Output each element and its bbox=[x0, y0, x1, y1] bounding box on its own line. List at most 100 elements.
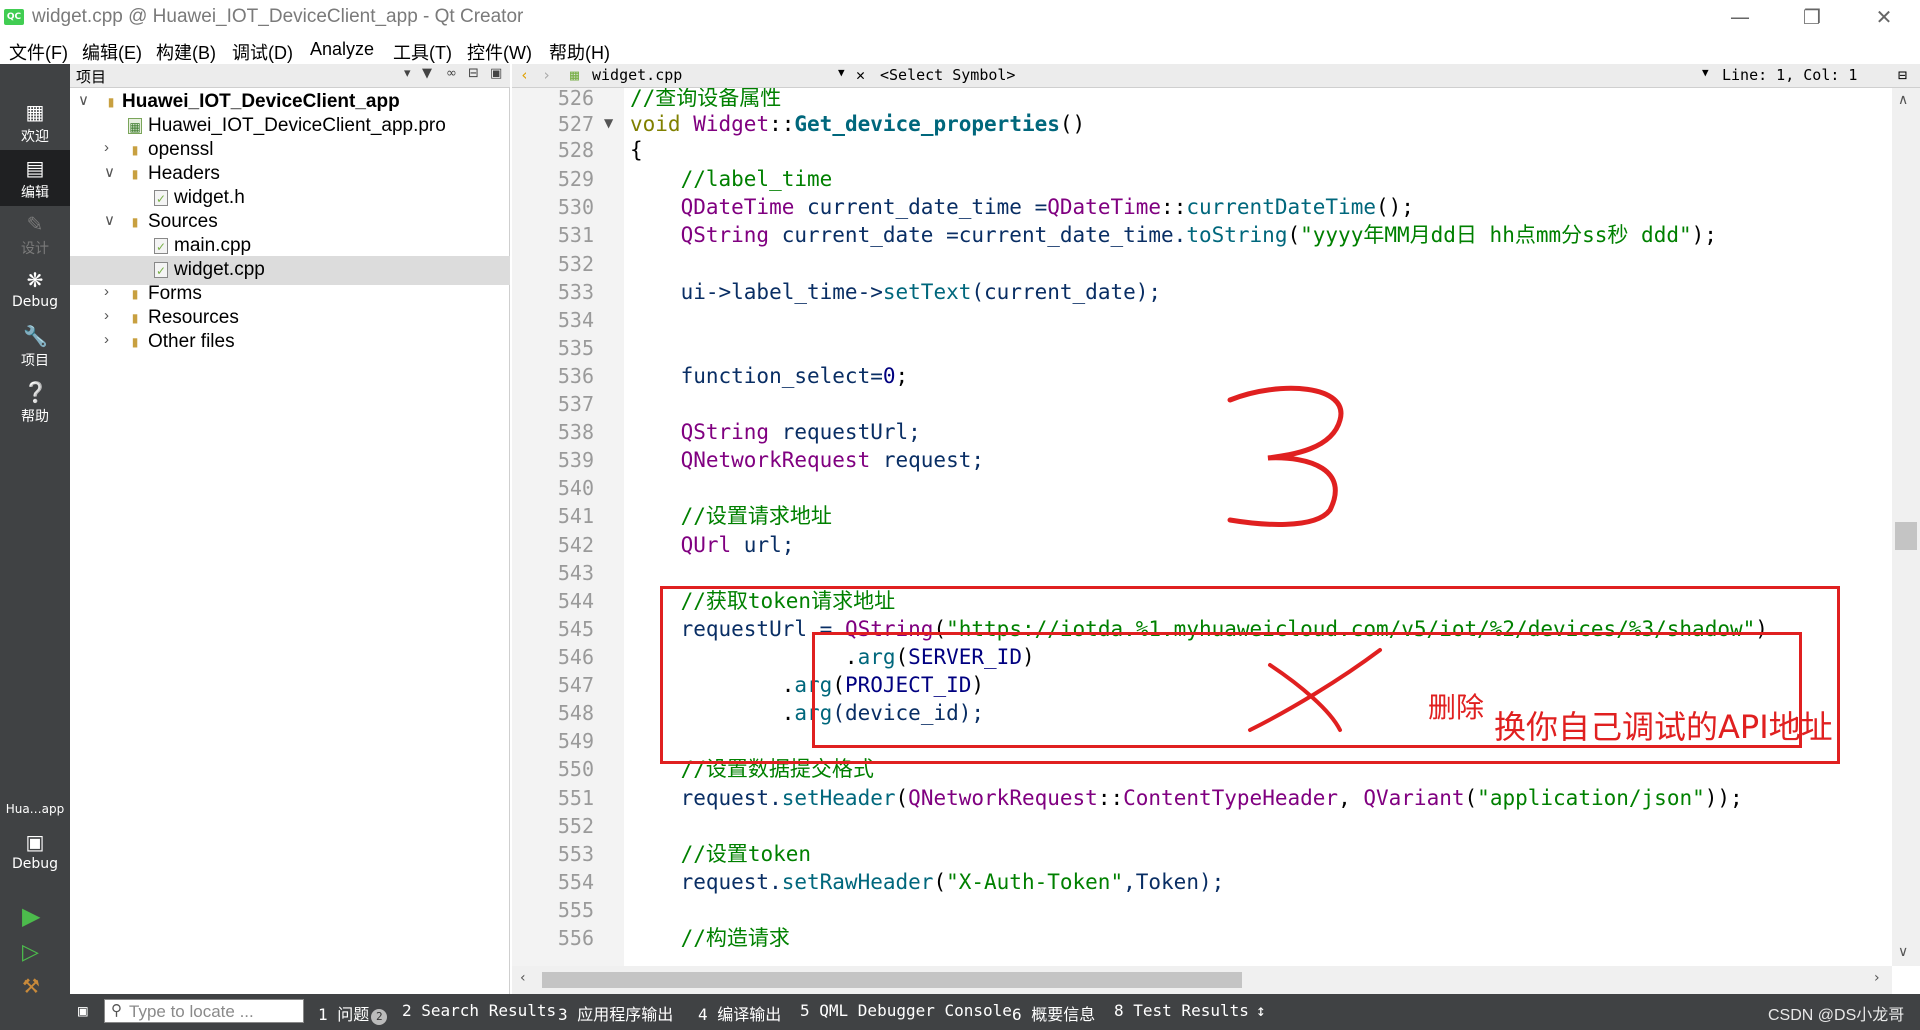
line-number: 554 bbox=[557, 870, 594, 894]
restore-icon[interactable]: ❐ bbox=[1784, 0, 1840, 34]
chevron-down-icon[interactable]: ▼ bbox=[838, 66, 845, 79]
code-token: Get_device_properties bbox=[794, 112, 1060, 136]
forward-icon[interactable]: › bbox=[542, 66, 551, 84]
fold-marker-icon[interactable]: ▼ bbox=[604, 116, 613, 130]
code-token: ( bbox=[1287, 223, 1301, 247]
cursor-position[interactable]: Line: 1, Col: 1 bbox=[1722, 66, 1857, 84]
more-panes-icon[interactable]: ↕ bbox=[1256, 1001, 1266, 1020]
chevron-right-icon[interactable]: › bbox=[104, 307, 120, 324]
symbol-combo[interactable]: <Select Symbol> bbox=[880, 66, 1015, 84]
close-icon[interactable]: ✕ bbox=[1856, 0, 1912, 34]
tree-item-label: Resources bbox=[148, 307, 239, 328]
split-icon[interactable]: ⊟ bbox=[468, 66, 479, 81]
menu-debug[interactable]: 调试(D) bbox=[232, 39, 293, 65]
pane-application-output[interactable]: 3 应用程序输出 bbox=[558, 1001, 673, 1025]
window-title: widget.cpp @ Huawei_IOT_DeviceClient_app… bbox=[32, 6, 524, 27]
close-pane-icon[interactable]: ▣ bbox=[490, 66, 502, 81]
mode-debug[interactable]: ❋ Debug bbox=[0, 262, 70, 318]
code-line: //查询设备属性 bbox=[630, 88, 781, 112]
monitor-icon: ▣ bbox=[25, 830, 45, 854]
code-token: QUrl bbox=[630, 533, 732, 557]
back-icon[interactable]: ‹ bbox=[520, 66, 529, 84]
chevron-down-icon[interactable]: ∨ bbox=[104, 163, 120, 181]
menu-edit[interactable]: 编辑(E) bbox=[82, 39, 142, 65]
project-panel-toolbar: 项目 ▾ ▼ ∞ ⊟ ▣ bbox=[70, 64, 510, 88]
code-token: Widget bbox=[693, 112, 770, 136]
line-number: 550 bbox=[557, 757, 594, 781]
chevron-down-icon[interactable]: ∨ bbox=[104, 211, 120, 229]
code-token: url; bbox=[731, 533, 795, 557]
minimize-icon[interactable]: — bbox=[1712, 0, 1768, 34]
project-panel-title[interactable]: 项目 bbox=[76, 66, 106, 87]
close-document-icon[interactable]: ✕ bbox=[856, 66, 865, 84]
line-number: 555 bbox=[557, 898, 594, 922]
tree-item-label: Other files bbox=[148, 331, 235, 352]
scroll-up-icon[interactable]: ∧ bbox=[1898, 92, 1908, 108]
code-token: { bbox=[630, 138, 643, 162]
code-line: QNetworkRequest request; bbox=[630, 446, 984, 474]
annotation-cross-mark bbox=[1248, 648, 1382, 732]
code-token: request; bbox=[870, 448, 985, 472]
menu-widgets[interactable]: 控件(W) bbox=[467, 39, 532, 65]
pane-general-messages[interactable]: 6 概要信息 bbox=[1012, 1001, 1095, 1025]
line-number: 548 bbox=[557, 701, 594, 725]
chevron-right-icon[interactable]: › bbox=[104, 331, 120, 348]
horizontal-scrollbar[interactable]: ‹ › bbox=[512, 966, 1892, 994]
annotation-delete-label: 删除 bbox=[1428, 691, 1485, 724]
chevron-down-icon[interactable]: ▾ bbox=[404, 66, 411, 81]
open-document-combo[interactable]: widget.cpp bbox=[592, 66, 682, 84]
scroll-down-icon[interactable]: ∨ bbox=[1898, 944, 1908, 960]
scrollbar-thumb[interactable] bbox=[542, 972, 1242, 988]
code-line: QString current_date =current_date_time.… bbox=[630, 221, 1717, 249]
mode-help[interactable]: ❔ 帮助 bbox=[0, 374, 70, 430]
menu-help[interactable]: 帮助(H) bbox=[549, 39, 610, 65]
code-line: { bbox=[630, 136, 643, 164]
code-token: setRawHeader bbox=[781, 870, 934, 894]
mode-welcome[interactable]: ▦ 欢迎 bbox=[0, 94, 70, 150]
code-comment: //查询设备属性 bbox=[630, 88, 782, 110]
debug-run-icon[interactable]: ▷ bbox=[22, 940, 39, 965]
output-pane-bar: ▣ ⚲ Type to locate ... 1 问题 2 2 Search Re… bbox=[0, 994, 1920, 1030]
cpp-file-icon: ▦ bbox=[570, 66, 580, 84]
line-number: 529 bbox=[557, 167, 594, 191]
pane-qml-debugger-console[interactable]: 5 QML Debugger Console bbox=[800, 1001, 1012, 1020]
menu-tools[interactable]: 工具(T) bbox=[393, 39, 452, 65]
filter-icon[interactable]: ▼ bbox=[422, 66, 432, 81]
toggle-sidebar-icon[interactable]: ▣ bbox=[78, 1001, 88, 1020]
line-number: 534 bbox=[557, 308, 594, 332]
pane-compile-output[interactable]: 4 编译输出 bbox=[698, 1001, 781, 1025]
scroll-right-icon[interactable]: › bbox=[1874, 970, 1880, 986]
mode-edit[interactable]: ▤ 编辑 bbox=[0, 150, 70, 206]
run-icon[interactable]: ▶ bbox=[22, 902, 40, 930]
code-comment: //设置请求地址 bbox=[630, 504, 832, 528]
scrollbar-thumb[interactable] bbox=[1895, 522, 1917, 550]
mode-edit-label: 编辑 bbox=[21, 185, 49, 201]
csdn-watermark: CSDN @DS小龙哥 bbox=[1768, 1007, 1905, 1024]
locator-input[interactable]: ⚲ Type to locate ... bbox=[104, 999, 304, 1023]
mode-design[interactable]: ✎ 设计 bbox=[0, 206, 70, 262]
menu-file[interactable]: 文件(F) bbox=[9, 39, 68, 65]
chevron-right-icon[interactable]: › bbox=[104, 283, 120, 300]
link-icon[interactable]: ∞ bbox=[446, 66, 457, 81]
menu-build[interactable]: 构建(B) bbox=[156, 39, 216, 65]
mode-projects[interactable]: 🔧 项目 bbox=[0, 318, 70, 374]
vertical-scrollbar[interactable]: ∧ ∨ bbox=[1892, 88, 1920, 966]
kit-selector[interactable]: ▣ Debug bbox=[0, 824, 70, 880]
scroll-left-icon[interactable]: ‹ bbox=[520, 970, 526, 986]
pane-test-results[interactable]: 8 Test Results bbox=[1114, 1001, 1249, 1020]
pane-issues[interactable]: 1 问题 2 bbox=[318, 1001, 388, 1025]
line-number: 544 bbox=[557, 589, 594, 613]
chevron-down-icon[interactable]: ∨ bbox=[78, 91, 94, 109]
code-line: //label_time bbox=[630, 165, 833, 193]
annotation-number-three bbox=[1227, 385, 1344, 527]
tree-item-other-files[interactable]: › ▮ Other files bbox=[70, 328, 510, 357]
menu-analyze[interactable]: Analyze bbox=[310, 39, 374, 60]
split-editor-icon[interactable]: ⊟ bbox=[1898, 66, 1907, 84]
code-token: setText bbox=[882, 280, 972, 304]
grid-icon: ▦ bbox=[25, 100, 45, 124]
pane-search-results[interactable]: 2 Search Results bbox=[402, 1001, 556, 1020]
help-icon: ❔ bbox=[23, 380, 48, 404]
chevron-right-icon[interactable]: › bbox=[104, 139, 120, 156]
code-comment: //设置token bbox=[630, 842, 812, 866]
chevron-down-icon[interactable]: ▼ bbox=[1702, 66, 1709, 79]
